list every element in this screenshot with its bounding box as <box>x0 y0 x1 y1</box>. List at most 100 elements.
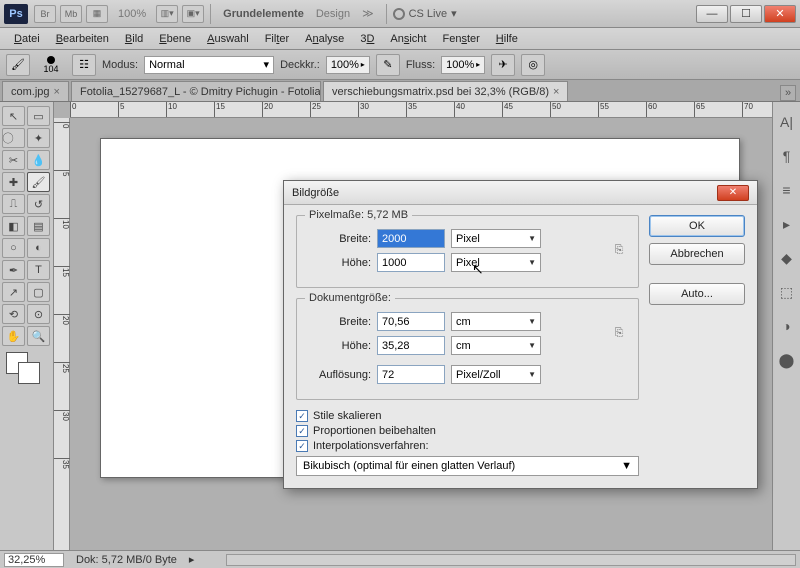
px-width-unit[interactable]: Pixel▼ <box>451 229 541 248</box>
minibridge-button[interactable]: Mb <box>60 5 82 23</box>
flow-field[interactable]: 100%▸ <box>441 56 485 74</box>
marquee-tool[interactable]: ▭ <box>27 106 50 126</box>
eraser-tool[interactable]: ◧ <box>2 216 25 236</box>
cancel-button[interactable]: Abbrechen <box>649 243 745 265</box>
ruler-horizontal: 0510152025303540455055606570 <box>70 102 772 118</box>
res-unit[interactable]: Pixel/Zoll▼ <box>451 365 541 384</box>
tab-close-icon[interactable]: × <box>553 86 559 98</box>
menu-ansicht[interactable]: Ansicht <box>382 33 434 45</box>
px-width-input[interactable] <box>377 229 445 248</box>
color-panel-icon[interactable]: ◆ <box>777 248 797 268</box>
menu-3d[interactable]: 3D <box>352 33 382 45</box>
paragraph-panel-icon[interactable]: ¶ <box>777 146 797 166</box>
document-tab[interactable]: Fotolia_15279687_L - © Dmitry Pichugin -… <box>71 81 321 101</box>
menu-bar: DateiBearbeitenBildEbeneAuswahlFilterAna… <box>0 28 800 50</box>
move-tool[interactable]: ↖ <box>2 106 25 126</box>
workspace-essentials[interactable]: Grundelemente <box>217 8 310 20</box>
menu-filter[interactable]: Filter <box>257 33 297 45</box>
interpolation-dropdown[interactable]: Bikubisch (optimal für einen glatten Ver… <box>296 456 639 476</box>
cslive-button[interactable]: CS Live▾ <box>393 7 457 20</box>
doc-width-unit[interactable]: cm▼ <box>451 312 541 331</box>
stamp-tool[interactable]: ⎍ <box>2 194 25 214</box>
ok-button[interactable]: OK <box>649 215 745 237</box>
type-tool[interactable]: T <box>27 260 50 280</box>
px-height-input[interactable] <box>377 253 445 272</box>
brush-panel-icon[interactable]: ☷ <box>72 54 96 76</box>
shape-tool[interactable]: ▢ <box>27 282 50 302</box>
px-height-unit[interactable]: Pixel▼ <box>451 253 541 272</box>
history-panel-icon[interactable]: ≡ <box>777 180 797 200</box>
dodge-tool[interactable]: ◐ <box>27 238 50 258</box>
character-panel-icon[interactable]: A| <box>777 112 797 132</box>
document-tab[interactable]: verschiebungsmatrix.psd bei 32,3% (RGB/8… <box>323 81 568 101</box>
blur-tool[interactable]: ○ <box>2 238 25 258</box>
camera-tool[interactable]: ⊙ <box>27 304 50 324</box>
arrange-button[interactable]: ▥▾ <box>156 5 178 23</box>
doc-width-input[interactable] <box>377 312 445 331</box>
res-label: Auflösung: <box>307 369 371 381</box>
crop-tool[interactable]: ✂ <box>2 150 25 170</box>
constrain-proportions-checkbox[interactable]: ✓Proportionen beibehalten <box>296 425 639 437</box>
menu-bild[interactable]: Bild <box>117 33 151 45</box>
zoom-tool[interactable]: 🔍 <box>27 326 50 346</box>
opacity-field[interactable]: 100%▸ <box>326 56 370 74</box>
tool-preset-icon[interactable]: 🖌 <box>6 54 30 76</box>
screenmode-button[interactable]: ▣▾ <box>182 5 204 23</box>
opacity-label: Deckkr.: <box>280 59 320 71</box>
resample-checkbox[interactable]: ✓Interpolationsverfahren: <box>296 440 639 452</box>
doc-height-unit[interactable]: cm▼ <box>451 336 541 355</box>
status-doc: Dok: 5,72 MB/0 Byte <box>76 554 177 566</box>
menu-fenster[interactable]: Fenster <box>434 33 487 45</box>
document-tab[interactable]: com.jpg× <box>2 81 69 101</box>
dialog-title-bar[interactable]: Bildgröße ✕ <box>284 181 757 205</box>
menu-hilfe[interactable]: Hilfe <box>488 33 526 45</box>
gradient-tool[interactable]: ▤ <box>27 216 50 236</box>
lasso-tool[interactable]: ⃝ <box>2 128 25 148</box>
res-input[interactable] <box>377 365 445 384</box>
history-brush-tool[interactable]: ↺ <box>27 194 50 214</box>
menu-auswahl[interactable]: Auswahl <box>199 33 257 45</box>
workspace-design[interactable]: Design <box>310 8 356 20</box>
menu-analyse[interactable]: Analyse <box>297 33 352 45</box>
styles-panel-icon[interactable]: ◑ <box>777 316 797 336</box>
hand-tool[interactable]: ✋ <box>2 326 25 346</box>
menu-bearbeiten[interactable]: Bearbeiten <box>48 33 117 45</box>
scale-styles-checkbox[interactable]: ✓Stile skalieren <box>296 410 639 422</box>
maximize-button[interactable]: ☐ <box>730 5 762 23</box>
viewextras-button[interactable]: ▦ <box>86 5 108 23</box>
dialog-close-button[interactable]: ✕ <box>717 185 749 201</box>
color-swatches[interactable] <box>2 352 51 388</box>
zoom-level[interactable]: 100% <box>118 8 146 20</box>
adjustments-panel-icon[interactable]: ⬤ <box>777 350 797 370</box>
airbrush-icon[interactable]: ✈ <box>491 54 515 76</box>
brush-preview[interactable]: 104 <box>36 56 66 74</box>
pen-tool[interactable]: ✒ <box>2 260 25 280</box>
close-button[interactable]: ✕ <box>764 5 796 23</box>
minimize-button[interactable]: — <box>696 5 728 23</box>
menu-ebene[interactable]: Ebene <box>151 33 199 45</box>
doc-height-input[interactable] <box>377 336 445 355</box>
actions-panel-icon[interactable]: ▸ <box>777 214 797 234</box>
path-tool[interactable]: ↗ <box>2 282 25 302</box>
eyedropper-tool[interactable]: 💧 <box>27 150 50 170</box>
status-zoom[interactable]: 32,25% <box>4 553 64 567</box>
tablet-pressure-icon[interactable]: ◎ <box>521 54 545 76</box>
heal-tool[interactable]: ✚ <box>2 172 25 192</box>
flow-label: Fluss: <box>406 59 435 71</box>
mode-dropdown[interactable]: Normal▾ <box>144 56 274 74</box>
brush-tool[interactable]: 🖌 <box>27 172 50 192</box>
workspace-more[interactable]: ≫ <box>356 7 380 20</box>
status-scrollbar[interactable] <box>226 554 796 566</box>
px-height-label: Höhe: <box>307 257 371 269</box>
tab-scroll-right[interactable]: » <box>780 85 796 101</box>
auto-button[interactable]: Auto... <box>649 283 745 305</box>
wand-tool[interactable]: ✦ <box>27 128 50 148</box>
swatches-panel-icon[interactable]: ⬚ <box>777 282 797 302</box>
tab-close-icon[interactable]: × <box>54 86 60 98</box>
opacity-pressure-icon[interactable]: ✎ <box>376 54 400 76</box>
bridge-button[interactable]: Br <box>34 5 56 23</box>
menu-datei[interactable]: Datei <box>6 33 48 45</box>
status-arrow-icon[interactable]: ▸ <box>189 553 195 566</box>
3d-tool[interactable]: ⟲ <box>2 304 25 324</box>
doc-link-icon: ⎘ <box>610 327 628 340</box>
